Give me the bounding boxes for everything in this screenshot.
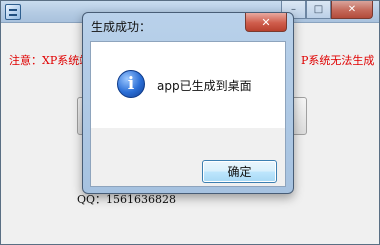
success-dialog: 生成成功： ✕ i app已生成到桌面 确定 — [82, 12, 294, 194]
dialog-title: 生成成功： — [91, 20, 152, 34]
dialog-message: app已生成到桌面 — [157, 79, 252, 93]
caption-buttons: – □ ✕ — [281, 1, 373, 19]
warning-text-right: P系统无法生成 — [301, 54, 375, 67]
info-icon: i — [117, 70, 145, 98]
maximize-button[interactable]: □ — [306, 1, 331, 19]
ok-button[interactable]: 确定 — [202, 160, 277, 183]
app-icon — [5, 4, 21, 20]
close-button[interactable]: ✕ — [331, 1, 373, 19]
warning-text-left: 注意：XP系统端 — [9, 54, 91, 67]
dialog-message-area: i app已生成到桌面 — [91, 42, 285, 128]
dialog-body: i app已生成到桌面 确定 — [90, 41, 286, 187]
dialog-close-button[interactable]: ✕ — [245, 13, 287, 32]
